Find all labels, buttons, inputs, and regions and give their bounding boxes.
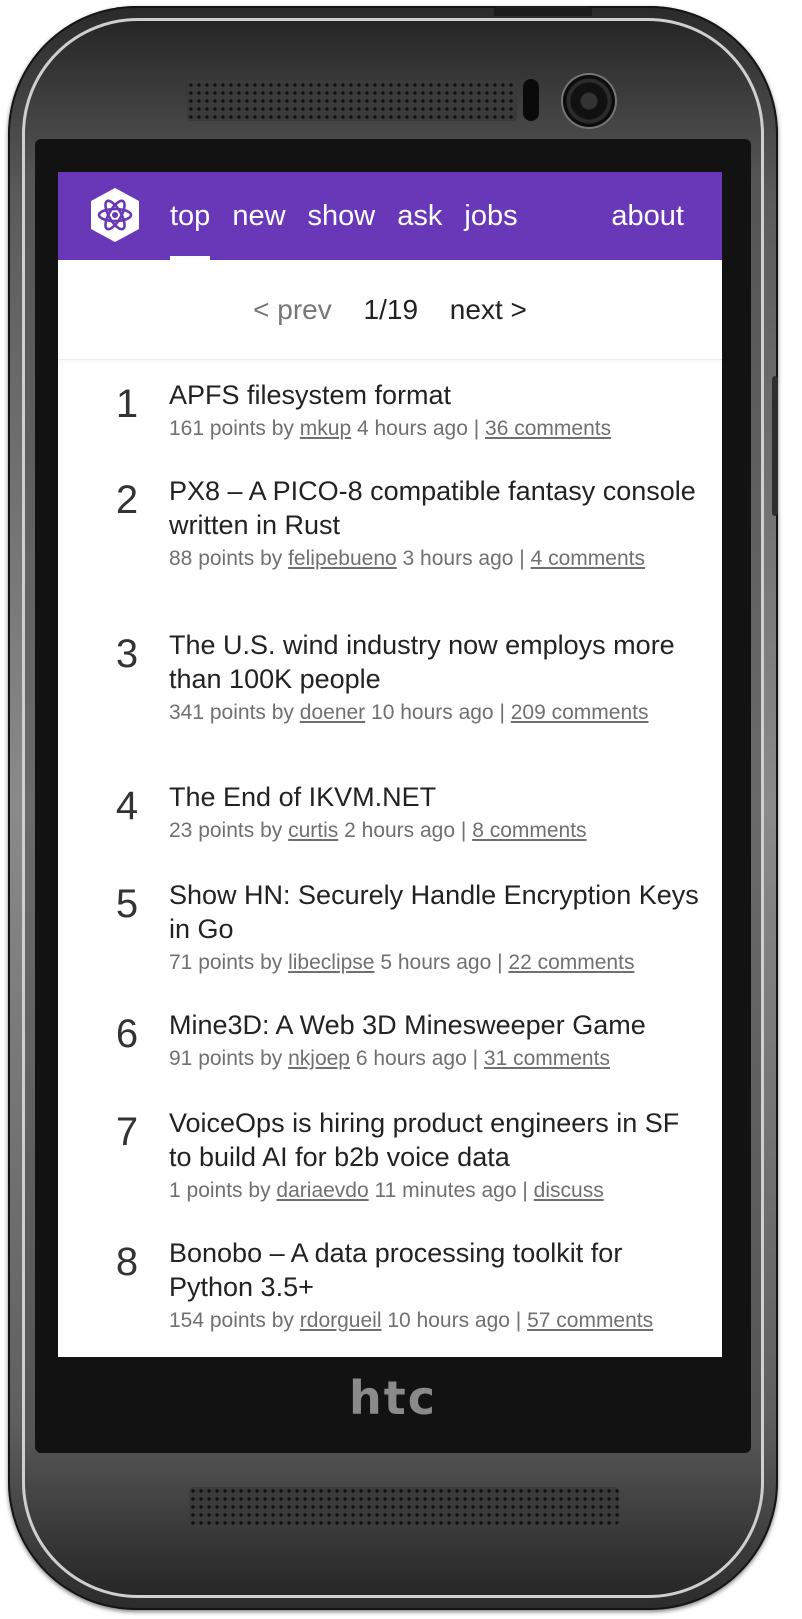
item-time: 11 minutes ago |	[374, 1179, 528, 1202]
nav-jobs[interactable]: jobs	[464, 172, 517, 260]
item-comments-link[interactable]: 36 comments	[485, 417, 611, 440]
earpiece-speaker	[187, 81, 517, 121]
news-item: 7 VoiceOps is hiring product engineers i…	[58, 1106, 722, 1236]
item-points: 154 points by	[169, 1309, 294, 1332]
item-comments-link[interactable]: 4 comments	[531, 547, 645, 570]
nav-about[interactable]: about	[611, 172, 684, 260]
item-points: 71 points by	[169, 951, 283, 974]
nav-new[interactable]: new	[232, 172, 285, 260]
item-meta: 71 points by libeclipse 5 hours ago | 22…	[169, 952, 702, 974]
item-rank: 5	[115, 882, 139, 926]
pagination-bar: < prev 1/19 next >	[58, 260, 722, 360]
power-button	[494, 6, 592, 16]
news-item: 8 Bonobo – A data processing toolkit for…	[58, 1236, 722, 1357]
item-meta: 1 points by dariaevdo 11 minutes ago | d…	[169, 1180, 702, 1202]
item-user-link[interactable]: libeclipse	[288, 951, 374, 974]
nav-top[interactable]: top	[170, 172, 211, 260]
item-user-link[interactable]: doener	[300, 701, 365, 724]
item-rank: 7	[115, 1110, 139, 1154]
front-camera-icon	[563, 75, 615, 127]
item-rank: 6	[115, 1012, 139, 1056]
app-logo-icon[interactable]	[88, 186, 142, 244]
item-points: 161 points by	[169, 417, 294, 440]
item-comments-link[interactable]: 22 comments	[508, 951, 634, 974]
item-rank: 8	[115, 1240, 139, 1284]
news-item: 5 Show HN: Securely Handle Encryption Ke…	[58, 878, 722, 1008]
item-rank: 2	[115, 478, 139, 522]
item-time: 4 hours ago |	[356, 417, 480, 440]
item-meta: 23 points by curtis 2 hours ago | 8 comm…	[169, 820, 702, 842]
item-points: 1 points by	[169, 1179, 271, 1202]
item-rank: 4	[115, 784, 139, 828]
item-title-link[interactable]: PX8 – A PICO-8 compatible fantasy consol…	[169, 474, 702, 542]
item-points: 91 points by	[169, 1047, 283, 1070]
item-title-link[interactable]: Show HN: Securely Handle Encryption Keys…	[169, 878, 702, 946]
page-indicator: 1/19	[363, 294, 419, 325]
next-page-link[interactable]: next >	[450, 294, 527, 325]
news-item: 3 The U.S. wind industry now employs mor…	[58, 628, 722, 780]
item-time: 3 hours ago |	[402, 547, 525, 570]
item-user-link[interactable]: dariaevdo	[276, 1179, 368, 1202]
prev-page-link[interactable]: < prev	[253, 294, 332, 325]
item-meta: 161 points by mkup 4 hours ago | 36 comm…	[169, 418, 702, 440]
news-item: 4 The End of IKVM.NET 23 points by curti…	[58, 780, 722, 878]
item-comments-link[interactable]: 8 comments	[472, 819, 586, 842]
item-title-link[interactable]: VoiceOps is hiring product engineers in …	[169, 1106, 702, 1174]
item-title-link[interactable]: APFS filesystem format	[169, 378, 702, 412]
item-points: 23 points by	[169, 819, 283, 842]
item-meta: 154 points by rdorgueil 10 hours ago | 5…	[169, 1310, 702, 1332]
item-meta: 91 points by nkjoep 6 hours ago | 31 com…	[169, 1048, 702, 1070]
app-screen: top new show ask jobs about < prev 1/19 …	[58, 172, 722, 1357]
volume-button	[772, 376, 778, 516]
item-comments-link[interactable]: 57 comments	[527, 1309, 653, 1332]
item-title-link[interactable]: Bonobo – A data processing toolkit for P…	[169, 1236, 702, 1304]
item-title-link[interactable]: The End of IKVM.NET	[169, 780, 702, 814]
item-user-link[interactable]: curtis	[288, 819, 338, 842]
item-user-link[interactable]: mkup	[300, 417, 351, 440]
item-time: 6 hours ago |	[355, 1047, 479, 1070]
item-meta: 341 points by doener 10 hours ago | 209 …	[169, 702, 702, 724]
item-user-link[interactable]: felipebueno	[288, 547, 397, 570]
bottom-speaker	[189, 1487, 619, 1525]
news-item: 2 PX8 – A PICO-8 compatible fantasy cons…	[58, 474, 722, 628]
item-time: 10 hours ago |	[387, 1309, 522, 1332]
item-points: 341 points by	[169, 701, 294, 724]
app-header: top new show ask jobs about	[58, 172, 722, 260]
item-comments-link[interactable]: 209 comments	[511, 701, 649, 724]
item-rank: 1	[115, 382, 139, 426]
news-item: 1 APFS filesystem format 161 points by m…	[58, 378, 722, 474]
news-list: 1 APFS filesystem format 161 points by m…	[58, 378, 722, 1357]
item-user-link[interactable]: nkjoep	[288, 1047, 350, 1070]
brand-logo: htc	[348, 1371, 437, 1425]
item-meta: 88 points by felipebueno 3 hours ago | 4…	[169, 548, 702, 570]
item-time: 10 hours ago |	[371, 701, 505, 724]
nav-show[interactable]: show	[308, 172, 376, 260]
item-title-link[interactable]: Mine3D: A Web 3D Minesweeper Game	[169, 1008, 702, 1042]
main-nav: top new show ask jobs	[170, 172, 540, 260]
item-user-link[interactable]: rdorgueil	[300, 1309, 382, 1332]
item-time: 2 hours ago |	[344, 819, 467, 842]
item-comments-link[interactable]: discuss	[534, 1179, 604, 1202]
item-time: 5 hours ago |	[380, 951, 503, 974]
item-rank: 3	[115, 632, 139, 676]
nav-ask[interactable]: ask	[397, 172, 442, 260]
item-comments-link[interactable]: 31 comments	[484, 1047, 610, 1070]
proximity-sensor	[523, 79, 539, 121]
item-title-link[interactable]: The U.S. wind industry now employs more …	[169, 628, 702, 696]
item-points: 88 points by	[169, 547, 283, 570]
news-item: 6 Mine3D: A Web 3D Minesweeper Game 91 p…	[58, 1008, 722, 1106]
